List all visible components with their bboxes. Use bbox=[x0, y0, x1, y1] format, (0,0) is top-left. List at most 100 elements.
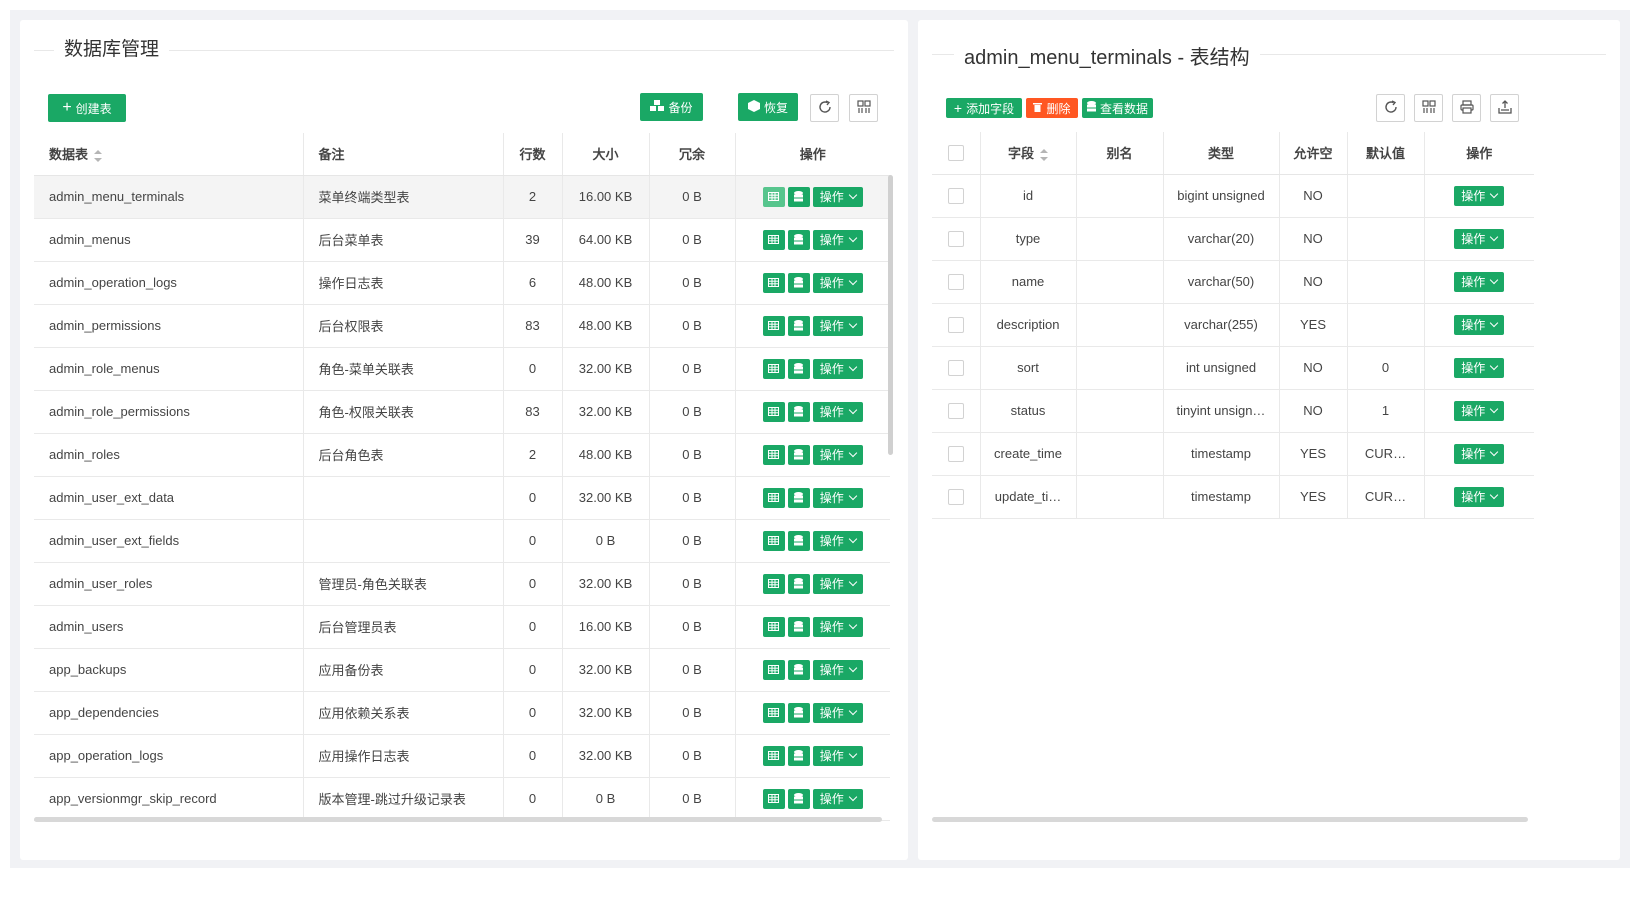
table-row[interactable]: app_backups 应用备份表 0 32.00 KB 0 B 操作 bbox=[34, 648, 890, 692]
table-row[interactable]: admin_roles 后台角色表 2 48.00 KB 0 B 操作 bbox=[34, 433, 890, 477]
view-table-button[interactable] bbox=[762, 487, 785, 508]
actions-dropdown[interactable]: 操作 bbox=[812, 401, 863, 422]
add-field-button[interactable]: + 添加字段 bbox=[946, 98, 1022, 118]
actions-dropdown[interactable]: 操作 bbox=[1454, 443, 1505, 464]
row-checkbox-cell[interactable] bbox=[932, 303, 980, 347]
actions-dropdown[interactable]: 操作 bbox=[812, 616, 863, 637]
view-table-button[interactable] bbox=[762, 530, 785, 551]
view-data-button[interactable] bbox=[787, 659, 810, 680]
view-table-button[interactable] bbox=[762, 229, 785, 250]
table-row[interactable]: name varchar(50) NO 操作 bbox=[932, 260, 1534, 304]
table-row[interactable]: type varchar(20) NO 操作 bbox=[932, 217, 1534, 261]
row-checkbox[interactable] bbox=[947, 187, 964, 204]
table-row[interactable]: status tinyint unsign… NO 1 操作 bbox=[932, 389, 1534, 433]
view-data-button[interactable] bbox=[787, 229, 810, 250]
row-checkbox[interactable] bbox=[947, 316, 964, 333]
actions-dropdown[interactable]: 操作 bbox=[1454, 400, 1505, 421]
actions-dropdown[interactable]: 操作 bbox=[812, 229, 863, 250]
view-data-button[interactable] bbox=[787, 702, 810, 723]
table-row[interactable]: admin_role_menus 角色-菜单关联表 0 32.00 KB 0 B 操作 bbox=[34, 347, 890, 391]
table-row[interactable]: create_time timestamp YES CUR… 操作 bbox=[932, 432, 1534, 476]
table-row[interactable]: app_versionmgr_skip_record 版本管理-跳过升级记录表 0 0… bbox=[34, 777, 890, 821]
actions-dropdown[interactable]: 操作 bbox=[1454, 271, 1505, 292]
actions-dropdown[interactable]: 操作 bbox=[812, 702, 863, 723]
table-row[interactable]: admin_user_roles 管理员-角色关联表 0 32.00 KB 0 B 操作 bbox=[34, 562, 890, 606]
view-data-button[interactable] bbox=[787, 573, 810, 594]
row-checkbox[interactable] bbox=[947, 445, 964, 462]
table-row[interactable]: admin_menu_terminals 菜单终端类型表 2 16.00 KB 0 B 操… bbox=[34, 175, 890, 219]
print-button[interactable] bbox=[1452, 94, 1481, 122]
table-row[interactable]: sort int unsigned NO 0 操作 bbox=[932, 346, 1534, 390]
view-table-button[interactable] bbox=[762, 358, 785, 379]
delete-button[interactable]: 删除 bbox=[1026, 98, 1078, 118]
column-header-table[interactable]: 数据表 bbox=[34, 133, 303, 176]
actions-dropdown[interactable]: 操作 bbox=[1454, 486, 1505, 507]
table-row[interactable]: admin_permissions 后台权限表 83 48.00 KB 0 B 操作 bbox=[34, 304, 890, 348]
table-row[interactable]: admin_user_ext_data 0 32.00 KB 0 B 操作 bbox=[34, 476, 890, 520]
view-table-button[interactable] bbox=[762, 272, 785, 293]
backup-button[interactable]: 备份 bbox=[640, 93, 703, 121]
view-data-button[interactable] bbox=[787, 530, 810, 551]
export-button[interactable] bbox=[1490, 94, 1519, 122]
view-data-button[interactable] bbox=[787, 186, 810, 207]
table-row[interactable]: admin_users 后台管理员表 0 16.00 KB 0 B 操作 bbox=[34, 605, 890, 649]
column-header-field[interactable]: 字段 bbox=[979, 132, 1076, 175]
select-all-checkbox[interactable] bbox=[947, 145, 964, 162]
view-table-button[interactable] bbox=[762, 788, 785, 809]
row-checkbox[interactable] bbox=[947, 488, 964, 505]
actions-dropdown[interactable]: 操作 bbox=[812, 186, 863, 207]
view-table-button[interactable] bbox=[762, 401, 785, 422]
table-row[interactable]: id bigint unsigned NO 操作 bbox=[932, 174, 1534, 218]
actions-dropdown[interactable]: 操作 bbox=[812, 444, 863, 465]
view-data-button[interactable] bbox=[787, 401, 810, 422]
actions-dropdown[interactable]: 操作 bbox=[812, 745, 863, 766]
actions-dropdown[interactable]: 操作 bbox=[812, 487, 863, 508]
actions-dropdown[interactable]: 操作 bbox=[1454, 357, 1505, 378]
table-row[interactable]: admin_menus 后台菜单表 39 64.00 KB 0 B 操作 bbox=[34, 218, 890, 262]
row-checkbox-cell[interactable] bbox=[932, 432, 980, 476]
row-checkbox-cell[interactable] bbox=[932, 174, 980, 218]
view-data-button[interactable] bbox=[787, 272, 810, 293]
row-checkbox-cell[interactable] bbox=[932, 389, 980, 433]
create-table-button[interactable]: + 创建表 bbox=[48, 94, 126, 122]
actions-dropdown[interactable]: 操作 bbox=[812, 659, 863, 680]
view-table-button[interactable] bbox=[762, 745, 785, 766]
view-table-button[interactable] bbox=[762, 702, 785, 723]
actions-dropdown[interactable]: 操作 bbox=[812, 530, 863, 551]
view-data-button[interactable]: 查看数据 bbox=[1082, 98, 1153, 118]
vertical-scrollbar[interactable] bbox=[888, 175, 893, 455]
refresh-button[interactable] bbox=[810, 94, 839, 122]
view-table-button[interactable] bbox=[762, 616, 785, 637]
row-checkbox[interactable] bbox=[947, 359, 964, 376]
view-table-button[interactable] bbox=[762, 659, 785, 680]
row-checkbox[interactable] bbox=[947, 273, 964, 290]
view-table-button[interactable] bbox=[762, 573, 785, 594]
refresh-button[interactable] bbox=[1376, 94, 1405, 122]
table-row[interactable]: app_dependencies 应用依赖关系表 0 32.00 KB 0 B 操作 bbox=[34, 691, 890, 735]
view-table-button[interactable] bbox=[762, 315, 785, 336]
row-checkbox[interactable] bbox=[947, 230, 964, 247]
columns-button[interactable] bbox=[849, 94, 878, 122]
view-data-button[interactable] bbox=[787, 358, 810, 379]
view-data-button[interactable] bbox=[787, 788, 810, 809]
horizontal-scrollbar[interactable] bbox=[932, 817, 1528, 822]
view-data-button[interactable] bbox=[787, 487, 810, 508]
table-row[interactable]: description varchar(255) YES 操作 bbox=[932, 303, 1534, 347]
table-row[interactable]: admin_operation_logs 操作日志表 6 48.00 KB 0 B 操作 bbox=[34, 261, 890, 305]
view-data-button[interactable] bbox=[787, 616, 810, 637]
actions-dropdown[interactable]: 操作 bbox=[812, 358, 863, 379]
sort-icon[interactable] bbox=[1040, 148, 1048, 161]
table-row[interactable]: update_ti… timestamp YES CUR… 操作 bbox=[932, 475, 1534, 519]
table-row[interactable]: admin_role_permissions 角色-权限关联表 83 32.00 KB… bbox=[34, 390, 890, 434]
row-checkbox-cell[interactable] bbox=[932, 475, 980, 519]
row-checkbox-cell[interactable] bbox=[932, 260, 980, 304]
row-checkbox-cell[interactable] bbox=[932, 346, 980, 390]
view-table-button[interactable] bbox=[762, 186, 785, 207]
actions-dropdown[interactable]: 操作 bbox=[812, 788, 863, 809]
actions-dropdown[interactable]: 操作 bbox=[1454, 314, 1505, 335]
view-data-button[interactable] bbox=[787, 315, 810, 336]
select-all-checkbox-cell[interactable] bbox=[932, 132, 980, 175]
row-checkbox-cell[interactable] bbox=[932, 217, 980, 261]
view-data-button[interactable] bbox=[787, 745, 810, 766]
row-checkbox[interactable] bbox=[947, 402, 964, 419]
